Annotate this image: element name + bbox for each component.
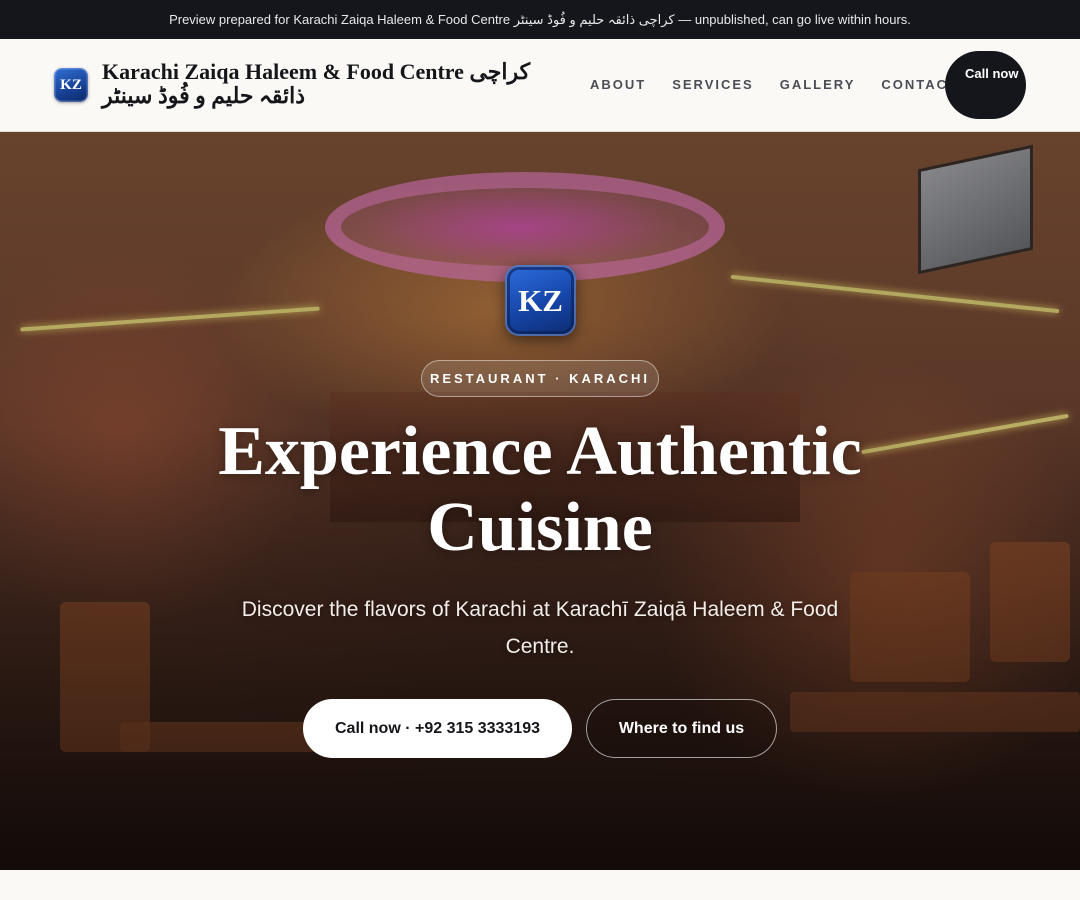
brand-name[interactable]: Karachi Zaiqa Haleem & Food Centre کراچی… <box>102 60 552 108</box>
preview-banner-text: Preview prepared for Karachi Zaiqa Halee… <box>169 11 911 27</box>
brand-logo[interactable]: KZ <box>54 68 88 102</box>
hero-title: Experience Authentic Cuisine <box>218 413 862 566</box>
nav-link-about[interactable]: ABOUT <box>590 77 646 92</box>
site-header: KZ Karachi Zaiqa Haleem & Food Centre کر… <box>0 39 1080 132</box>
preview-banner: Preview prepared for Karachi Zaiqa Halee… <box>0 0 1080 39</box>
nav-link-services[interactable]: SERVICES <box>672 77 754 92</box>
main-nav: ABOUT SERVICES GALLERY CONTACT <box>590 77 958 92</box>
call-now-button[interactable]: Call now · +92 315 3333193 <box>303 699 572 758</box>
hero-section: KZ RESTAURANT · KARACHI Experience Authe… <box>0 132 1080 870</box>
next-section-edge <box>0 870 1080 900</box>
hero-logo: KZ <box>505 265 576 336</box>
nav-link-gallery[interactable]: GALLERY <box>780 77 856 92</box>
header-call-button[interactable]: Call now <box>945 51 1026 119</box>
where-to-find-us-button[interactable]: Where to find us <box>586 699 777 758</box>
hero-category-tag: RESTAURANT · KARACHI <box>421 360 659 397</box>
hero-subtitle: Discover the flavors of Karachi at Karac… <box>241 598 839 658</box>
